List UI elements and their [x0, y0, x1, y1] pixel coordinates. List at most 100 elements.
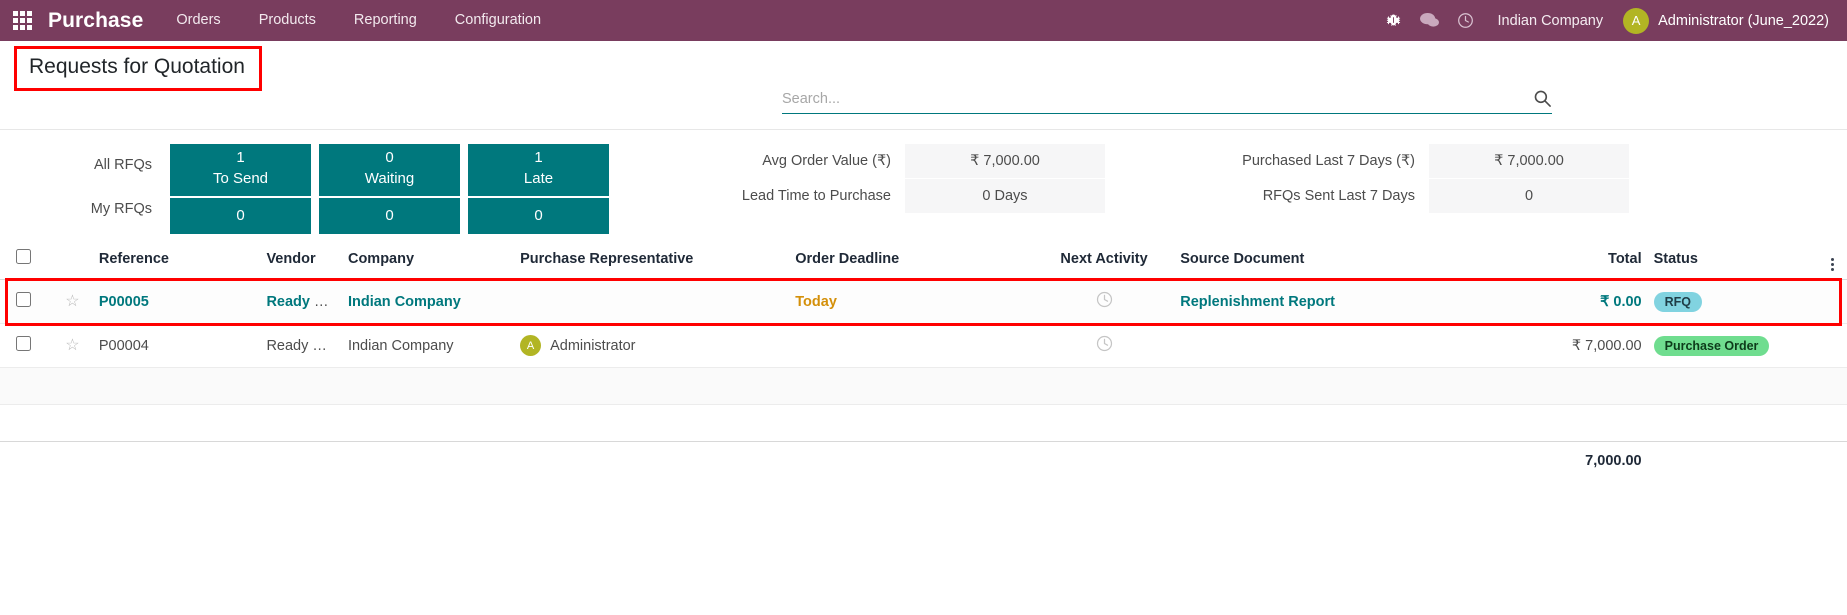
- search-row: [782, 89, 1552, 114]
- activities-clock-icon[interactable]: [1448, 0, 1484, 41]
- table-row[interactable]: ☆ P00005 Ready Mat Indian Company Today: [0, 279, 1847, 324]
- kpi-column-late: 1 Late 0: [468, 144, 609, 234]
- reference-link[interactable]: P00005: [99, 294, 149, 310]
- reference-link[interactable]: P00004: [99, 338, 149, 354]
- user-menu[interactable]: A Administrator (June_2022): [1617, 7, 1847, 34]
- company-link[interactable]: Indian Company: [348, 294, 461, 310]
- vertical-dots-icon: [1830, 257, 1834, 271]
- source-document-link[interactable]: Replenishment Report: [1180, 294, 1335, 310]
- menu-reporting[interactable]: Reporting: [335, 0, 436, 41]
- cell-next-activity[interactable]: [1033, 279, 1175, 324]
- cell-status[interactable]: RFQ: [1647, 279, 1818, 324]
- header-source-document[interactable]: Source Document: [1174, 240, 1514, 280]
- search-area: [782, 89, 1552, 114]
- header-order-deadline[interactable]: Order Deadline: [789, 240, 1034, 280]
- table-row[interactable]: ☆ P00004 Ready Mat Indian Company A Admi…: [0, 323, 1847, 368]
- total-amount: ₹ 7,000.00: [1571, 337, 1642, 354]
- menu-configuration[interactable]: Configuration: [436, 0, 560, 41]
- kpi-my-late[interactable]: 0: [468, 198, 609, 234]
- cell-company[interactable]: Indian Company: [341, 279, 515, 324]
- header-next-activity[interactable]: Next Activity: [1033, 240, 1175, 280]
- page-bottom-filler: [0, 480, 1847, 524]
- kpi-all-to-send[interactable]: 1 To Send: [170, 144, 311, 196]
- kpi-band: All RFQs My RFQs 1 To Send 0 0 Waiting 0: [0, 130, 1847, 240]
- apps-menu-button[interactable]: [0, 0, 44, 41]
- app-brand-title[interactable]: Purchase: [44, 9, 157, 33]
- kpi-row-label-all: All RFQs: [94, 157, 152, 173]
- avg-order-value-value[interactable]: ₹ 7,000.00: [905, 144, 1105, 179]
- rfq-kpi-tiles: All RFQs My RFQs 1 To Send 0 0 Waiting 0: [0, 144, 609, 234]
- menu-orders[interactable]: Orders: [157, 0, 239, 41]
- cell-company[interactable]: Indian Company: [341, 323, 515, 368]
- empty-row: [0, 404, 1847, 442]
- empty-cell: [0, 404, 1847, 442]
- page-title: Requests for Quotation: [29, 55, 245, 78]
- vendor-link[interactable]: Ready Mat: [266, 338, 336, 354]
- cell-order-deadline[interactable]: [789, 323, 1034, 368]
- avg-order-value-label: Avg Order Value (₹): [762, 153, 891, 169]
- vendor-link[interactable]: Ready Mat: [266, 294, 339, 310]
- kpi-column-to-send: 1 To Send 0: [170, 144, 311, 234]
- kpi-my-to-send[interactable]: 0: [170, 198, 311, 234]
- kpi-stats-left-labels: Avg Order Value (₹) Lead Time to Purchas…: [673, 144, 905, 232]
- kpi-late-label: Late: [523, 170, 554, 187]
- representative-label: Administrator: [550, 337, 636, 354]
- star-icon[interactable]: ☆: [65, 293, 79, 310]
- messages-icon[interactable]: [1412, 0, 1448, 41]
- company-link[interactable]: Indian Company: [348, 338, 454, 354]
- totals-spacer-7: [789, 441, 1034, 480]
- company-switcher[interactable]: Indian Company: [1484, 13, 1618, 29]
- cell-vendor[interactable]: Ready Mat: [260, 323, 342, 368]
- totals-spacer-1: [0, 441, 53, 480]
- cell-purchase-representative[interactable]: [514, 279, 790, 324]
- header-status[interactable]: Status: [1647, 240, 1818, 280]
- cell-reference[interactable]: P00005: [92, 279, 261, 324]
- totals-spacer-11: [1817, 441, 1847, 480]
- table-body: ☆ P00005 Ready Mat Indian Company Today: [0, 279, 1847, 480]
- cell-source-document[interactable]: [1174, 323, 1514, 368]
- row-select-cell: [0, 279, 53, 324]
- optional-columns-toggle[interactable]: [1817, 240, 1847, 280]
- search-input[interactable]: [782, 90, 1533, 107]
- kpi-my-waiting[interactable]: 0: [319, 198, 460, 234]
- avatar: A: [520, 335, 542, 356]
- favorite-header: [52, 240, 93, 280]
- kpi-all-late[interactable]: 1 Late: [468, 144, 609, 196]
- cell-total[interactable]: ₹ 0.00: [1513, 279, 1648, 324]
- totals-spacer-9: [1174, 441, 1514, 480]
- star-icon[interactable]: ☆: [65, 337, 79, 354]
- totals-spacer-6: [514, 441, 790, 480]
- lead-time-value[interactable]: 0 Days: [905, 179, 1105, 214]
- cell-purchase-representative[interactable]: A Administrator: [514, 323, 790, 368]
- select-all-checkbox[interactable]: [15, 249, 31, 264]
- kpi-stats-right-values: ₹ 7,000.00 0: [1429, 144, 1629, 232]
- row-checkbox[interactable]: [15, 292, 31, 307]
- rfqs-sent-last-7-days-value[interactable]: 0: [1429, 179, 1629, 214]
- cell-optional: [1817, 323, 1847, 368]
- row-favorite-cell: ☆: [52, 279, 93, 324]
- kpi-stats-left-values: ₹ 7,000.00 0 Days: [905, 144, 1105, 232]
- header-company[interactable]: Company: [341, 240, 515, 280]
- header-purchase-representative[interactable]: Purchase Representative: [514, 240, 790, 280]
- menu-products[interactable]: Products: [240, 0, 335, 41]
- activity-clock-icon[interactable]: [1096, 291, 1113, 308]
- header-total[interactable]: Total: [1513, 240, 1648, 280]
- kpi-all-waiting[interactable]: 0 Waiting: [319, 144, 460, 196]
- cell-vendor[interactable]: Ready Mat: [260, 279, 342, 324]
- purchased-last-7-days-value[interactable]: ₹ 7,000.00: [1429, 144, 1629, 179]
- header-vendor[interactable]: Vendor: [260, 240, 342, 280]
- row-checkbox[interactable]: [15, 336, 31, 351]
- totals-spacer-4: [260, 441, 342, 480]
- cell-next-activity[interactable]: [1033, 323, 1175, 368]
- activity-clock-icon[interactable]: [1096, 335, 1113, 352]
- header-reference[interactable]: Reference: [92, 240, 261, 280]
- kpi-all-late-value: 1: [534, 149, 543, 166]
- bug-icon[interactable]: [1376, 0, 1412, 41]
- kpi-all-waiting-value: 0: [385, 149, 394, 166]
- cell-reference[interactable]: P00004: [92, 323, 261, 368]
- search-icon[interactable]: [1533, 89, 1552, 108]
- cell-order-deadline[interactable]: Today: [789, 279, 1034, 324]
- cell-status[interactable]: Purchase Order: [1647, 323, 1818, 368]
- cell-total[interactable]: ₹ 7,000.00: [1513, 323, 1648, 368]
- cell-source-document[interactable]: Replenishment Report: [1174, 279, 1514, 324]
